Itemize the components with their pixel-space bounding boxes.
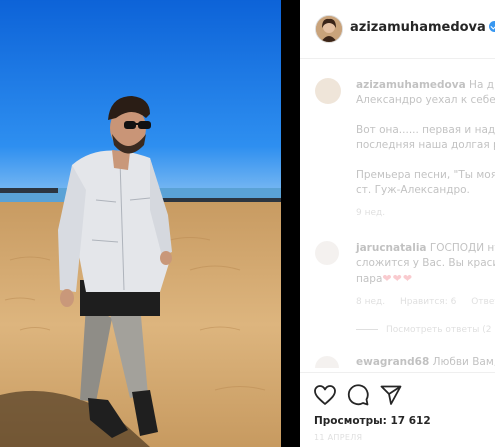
comment-likes[interactable]: Нравится: 6 xyxy=(400,297,456,307)
comment-text: jarucnatalia ГОСПОДИ ну сложится у Вас. … xyxy=(356,241,495,287)
comment-username[interactable]: jarucnatalia xyxy=(356,242,427,254)
separator-strip xyxy=(281,0,300,447)
caption-line: ст. Гуж-Александро. xyxy=(356,184,470,196)
caption-line xyxy=(356,108,495,123)
post-date: 11 АПРЕЛЯ xyxy=(314,433,363,442)
comment-icon[interactable] xyxy=(346,383,370,407)
share-icon[interactable] xyxy=(379,383,403,407)
comment-time: 8 нед. xyxy=(356,297,386,307)
comment-line: пара xyxy=(356,273,383,285)
author-username[interactable]: azizamuhamedova xyxy=(350,20,486,35)
caption-timestamp: 9 нед. xyxy=(356,208,386,218)
post-header: azizamuhamedova • По xyxy=(300,0,495,59)
view-replies-button[interactable]: Посмотреть ответы (2 xyxy=(356,325,491,335)
caption-line: На д xyxy=(469,79,494,91)
caption-line: Премьера песни, "Ты моя xyxy=(356,169,495,181)
avatar-image xyxy=(316,16,342,42)
comment-reply-button[interactable]: Ответ xyxy=(471,297,495,307)
heart-icon[interactable] xyxy=(313,383,337,407)
post-photo[interactable] xyxy=(0,0,281,447)
comment-username[interactable]: ewagrand68 xyxy=(356,356,429,368)
comment-meta: 8 нед. Нравится: 6 Ответ xyxy=(356,297,495,307)
comment-line: Любви Вам, з xyxy=(432,356,495,368)
caption-line: Александро уехал к себе xyxy=(356,94,495,106)
author-line: azizamuhamedova • По xyxy=(350,20,495,35)
comment-line: ГОСПОДИ ну xyxy=(429,242,495,254)
caption-line: Вот она...... первая и наде xyxy=(356,124,495,136)
comment-line: сложится у Вас. Вы красив xyxy=(356,257,495,269)
view-replies-label: Посмотреть ответы (2 xyxy=(386,325,492,335)
verified-badge-icon xyxy=(488,21,495,32)
caption-text: azizamuhamedova На д Александро уехал к … xyxy=(356,78,495,198)
author-avatar[interactable] xyxy=(315,15,343,43)
comment-item: ewagrand68 Любви Вам, з xyxy=(300,352,495,368)
post-actions: Просмотры: 17 612 11 АПРЕЛЯ xyxy=(300,372,495,447)
comment-avatar[interactable] xyxy=(315,356,339,368)
view-replies-line xyxy=(356,329,378,330)
caption-username[interactable]: azizamuhamedova xyxy=(356,79,466,91)
caption-avatar[interactable] xyxy=(315,78,341,104)
comment-avatar[interactable] xyxy=(315,241,339,265)
caption-line xyxy=(356,153,495,168)
post-side-panel: azizamuhamedova • По azizamuhamedova На … xyxy=(300,0,495,447)
views-count: Просмотры: 17 612 xyxy=(314,415,431,427)
comment-text: ewagrand68 Любви Вам, з xyxy=(356,356,495,368)
caption-line: последняя наша долгая р xyxy=(356,139,495,151)
caption-first-line: azizamuhamedova На д xyxy=(356,78,495,93)
beach-photo xyxy=(0,0,281,447)
hearts-emoji-icon: ❤❤❤ xyxy=(382,272,414,285)
